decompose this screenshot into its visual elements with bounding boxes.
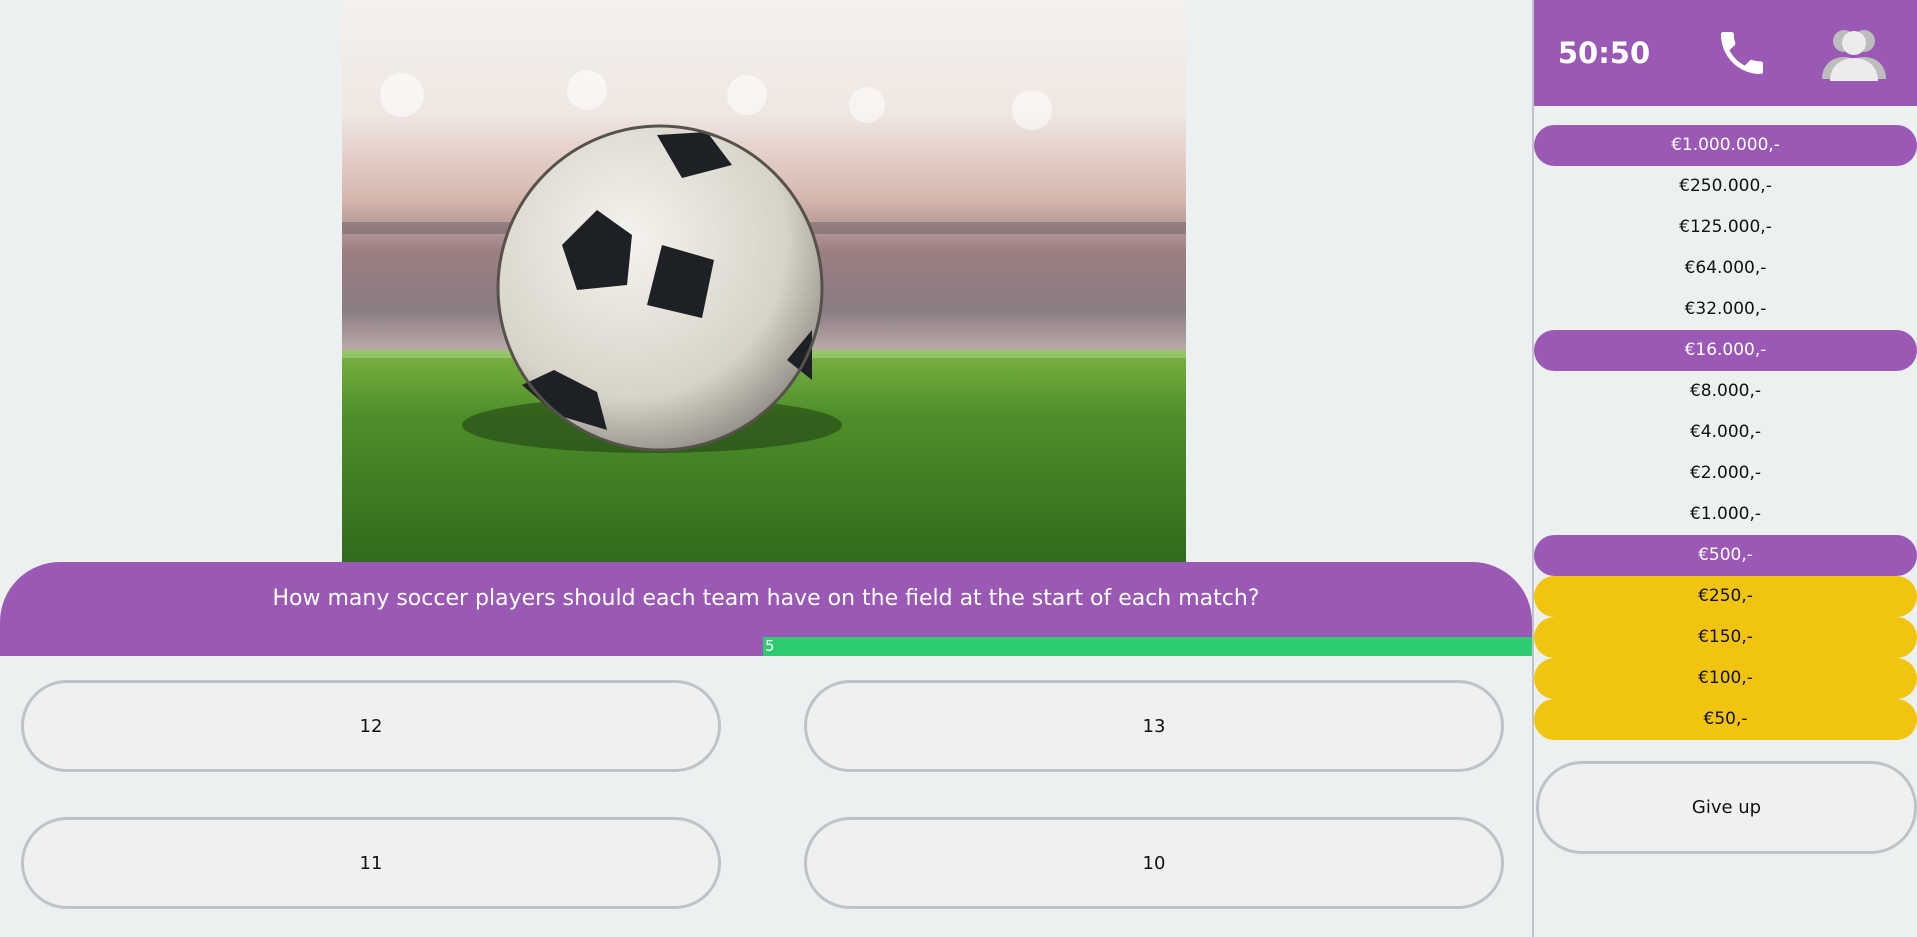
soccer-ball-image (342, 0, 1186, 562)
ladder-rung: €100,- (1534, 658, 1917, 699)
ladder-rung: €500,- (1534, 535, 1917, 576)
phone-icon (1720, 32, 1763, 74)
ladder-rung: €8.000,- (1689, 381, 1762, 401)
audience-icon (1822, 30, 1886, 81)
timer-seconds: 5 (765, 637, 775, 655)
ask-audience-lifeline[interactable] (1794, 0, 1914, 106)
question-text: How many soccer players should each team… (272, 586, 1260, 611)
answer-button-b[interactable]: 13 (804, 680, 1504, 772)
answer-button-d[interactable]: 10 (804, 817, 1504, 909)
ladder-rung: €125.000,- (1679, 217, 1772, 237)
ladder-rung: €64.000,- (1684, 258, 1767, 278)
ladder-rung: €16.000,- (1534, 330, 1917, 371)
ladder-rung: €150,- (1534, 617, 1917, 658)
give-up-button[interactable]: Give up (1536, 761, 1917, 854)
ladder-rung: €50,- (1534, 699, 1917, 740)
ladder-rung: €250.000,- (1679, 176, 1772, 196)
ladder-rung: €1.000,- (1689, 504, 1762, 524)
phone-a-friend-lifeline[interactable] (1694, 0, 1789, 106)
ladder-rung: €1.000.000,- (1534, 125, 1917, 166)
ladder-rung: €2.000,- (1689, 463, 1762, 483)
ladder-rung: €32.000,- (1684, 299, 1767, 319)
game-main-area: How many soccer players should each team… (0, 0, 1532, 937)
answer-button-a[interactable]: 12 (21, 680, 721, 772)
money-ladder: €1.000.000,- €250.000,- €125.000,- €64.000,… (1534, 125, 1917, 740)
question-image (342, 0, 1186, 562)
ladder-rung: €4.000,- (1689, 422, 1762, 442)
answer-button-c[interactable]: 11 (21, 817, 721, 909)
fifty-fifty-lifeline[interactable]: 50:50 (1554, 0, 1654, 106)
timer-bar: 5 (763, 637, 1532, 656)
ladder-rung: €250,- (1534, 576, 1917, 617)
lifelines-bar: 50:50 (1534, 0, 1917, 106)
sidebar: 50:50 €1.000.000,- €250.000,- €125.000,- €6… (1532, 0, 1917, 937)
